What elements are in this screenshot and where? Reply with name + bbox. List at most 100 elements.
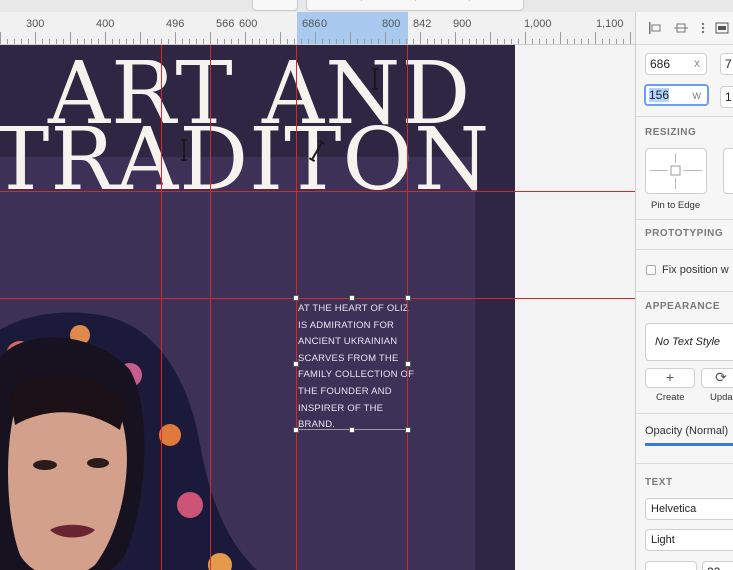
font-size-field[interactable]: 22 (702, 561, 733, 570)
ruler-tick (308, 39, 309, 44)
x-position-field[interactable]: 686 X (645, 53, 707, 75)
ruler-label: 400 (96, 18, 115, 30)
ruler-tick (119, 39, 120, 44)
ruler-tick (42, 39, 43, 44)
ruler-tick (483, 39, 484, 44)
ruler-tick (273, 39, 274, 44)
font-family-select[interactable]: Helvetica (645, 498, 733, 520)
resize-handle-top-left[interactable] (293, 295, 299, 301)
ruler-tick (301, 39, 302, 44)
ruler-tick (245, 32, 246, 44)
height-field[interactable]: 1 (720, 86, 733, 108)
ruler-tick (133, 39, 134, 44)
ruler-tick (189, 39, 190, 44)
fix-size-control[interactable] (723, 148, 733, 194)
align-center-icon[interactable] (674, 22, 688, 34)
separator (469, 0, 470, 1)
appearance-header: APPEARANCE (645, 301, 721, 312)
font-weight-select[interactable]: Light (645, 529, 733, 551)
horizontal-ruler[interactable]: 300 400 496 566 600 686 0 800 842 900 1,… (0, 12, 635, 45)
ruler-tick (210, 32, 211, 44)
ruler-label: 0 (321, 18, 328, 30)
prototyping-header: PROTOTYPING (645, 228, 724, 239)
ruler-tick (91, 39, 92, 44)
fix-position-checkbox[interactable] (646, 265, 656, 275)
opacity-label[interactable]: Opacity (Normal) (645, 425, 728, 437)
vertical-guide[interactable] (161, 45, 162, 570)
body-text[interactable]: AT THE HEART OF OLIZ IS ADMIRATION FOR A… (298, 301, 416, 434)
text-style-dropdown[interactable]: No Text Style (645, 323, 733, 361)
ruler-tick (539, 39, 540, 44)
ruler-tick (490, 32, 491, 44)
artboard[interactable]: ART AND TRADITON AT THE HEART OF OLIZ IS… (0, 45, 515, 570)
width-field[interactable]: 156 W (644, 84, 709, 106)
canvas[interactable]: ART AND TRADITON AT THE HEART OF OLIZ IS… (0, 45, 635, 570)
distribute-icon[interactable] (715, 22, 729, 34)
ruler-label: 842 (413, 18, 432, 30)
ruler-tick (406, 39, 407, 44)
resize-handle-left[interactable] (293, 361, 299, 367)
ruler-tick (448, 39, 449, 44)
resize-handle-top[interactable] (349, 295, 355, 301)
ruler-tick (553, 39, 554, 44)
ruler-tick (161, 39, 162, 44)
ruler-tick (56, 39, 57, 44)
plus-icon: + (665, 369, 675, 385)
character-spacing-field[interactable] (645, 561, 697, 570)
resize-handle-bottom[interactable] (349, 427, 355, 433)
ruler-tick (588, 39, 589, 44)
app-toolbar (0, 0, 733, 12)
refresh-icon: ⟳ (715, 369, 727, 385)
ruler-tick (371, 39, 372, 44)
ruler-tick (315, 32, 316, 44)
more-icon[interactable] (696, 22, 710, 34)
ruler-tick (581, 39, 582, 44)
ruler-tick (154, 39, 155, 44)
ruler-tick (532, 39, 533, 44)
ruler-tick (49, 39, 50, 44)
ruler-tick (175, 32, 176, 44)
align-left-icon[interactable] (648, 22, 662, 34)
ruler-tick (266, 39, 267, 44)
ruler-tick (168, 39, 169, 44)
portrait-photo[interactable] (0, 295, 320, 570)
ruler-tick (455, 32, 456, 44)
resize-handle-top-right[interactable] (405, 295, 411, 301)
divider (636, 116, 733, 117)
ruler-tick (504, 39, 505, 44)
ruler-tick (98, 39, 99, 44)
width-value: 156 (649, 88, 670, 102)
ruler-tick (252, 39, 253, 44)
y-position-field[interactable]: 7 (720, 53, 733, 75)
opacity-slider[interactable] (645, 443, 733, 446)
vertical-guide[interactable] (407, 45, 408, 570)
update-style-button[interactable]: ⟳ (701, 368, 733, 388)
resize-handle-right[interactable] (405, 361, 411, 367)
selected-text-layer[interactable]: AT THE HEART OF OLIZ IS ADMIRATION FOR A… (296, 298, 414, 430)
vertical-guide[interactable] (296, 45, 297, 570)
ruler-tick (385, 32, 386, 44)
ruler-tick (238, 39, 239, 44)
insert-button[interactable] (252, 0, 298, 11)
resize-handle-bottom-left[interactable] (293, 427, 299, 433)
ruler-label: 1,000 (524, 18, 552, 30)
font-size-value: 22 (707, 565, 720, 570)
create-style-button[interactable]: + (645, 368, 695, 388)
create-label: Create (656, 392, 685, 403)
pin-to-edge-control[interactable] (645, 148, 707, 194)
pin-edges-icon (650, 153, 702, 189)
resizing-header: RESIZING (645, 127, 697, 138)
resize-handle-bottom-right[interactable] (405, 427, 411, 433)
horizontal-guide[interactable] (0, 191, 635, 192)
ruler-tick (287, 39, 288, 44)
ruler-tick (63, 39, 64, 44)
divider (636, 249, 733, 250)
horizontal-guide[interactable] (0, 298, 635, 299)
fix-position-label: Fix position w (662, 264, 729, 276)
ruler-tick (497, 39, 498, 44)
vertical-guide[interactable] (210, 45, 211, 570)
ruler-tick (294, 39, 295, 44)
update-label: Upda (710, 392, 733, 403)
ruler-tick (0, 32, 1, 44)
ruler-tick (364, 39, 365, 44)
